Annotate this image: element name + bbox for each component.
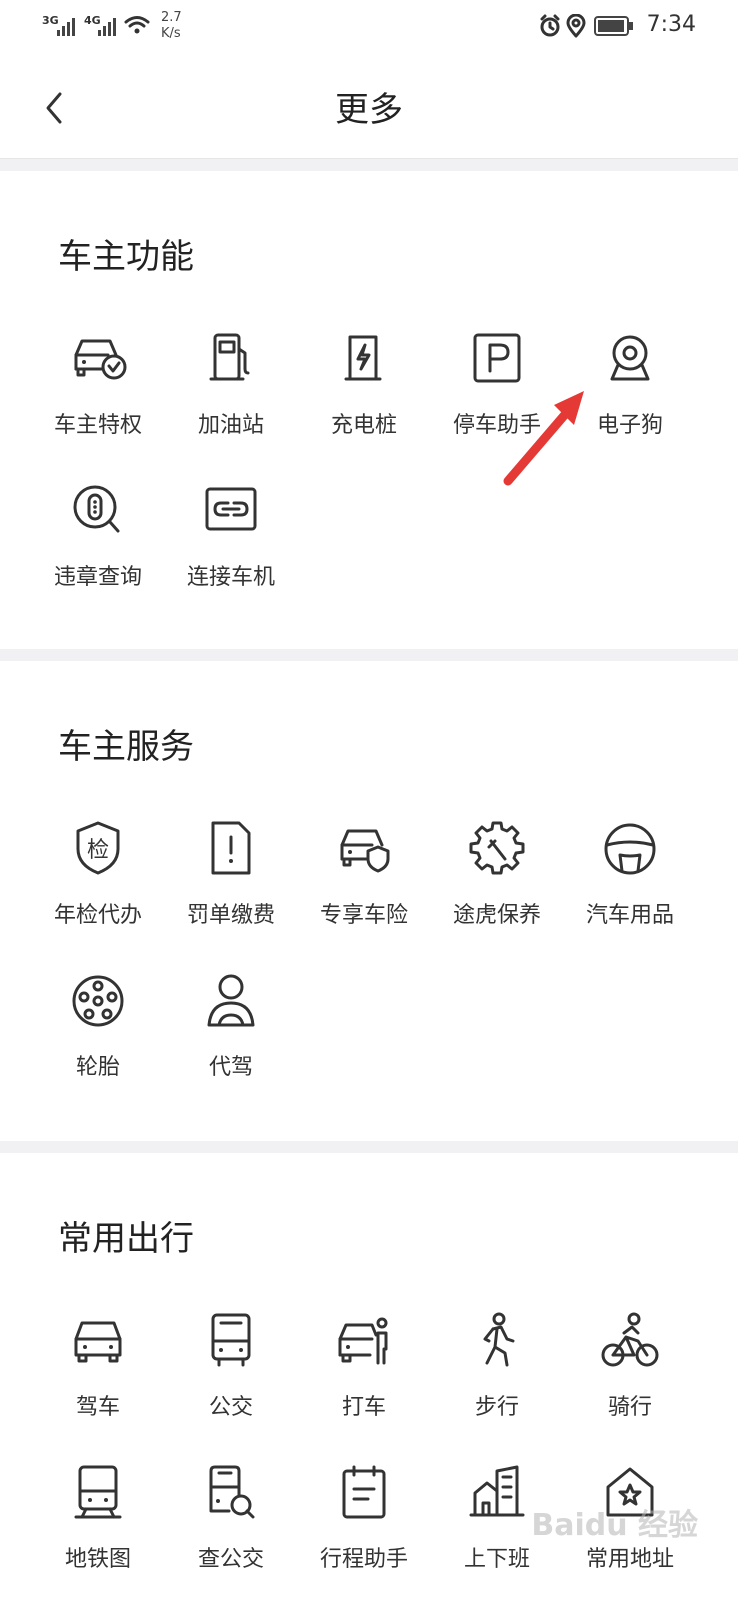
- item-bus[interactable]: 公交: [163, 1311, 299, 1421]
- item-subway-map[interactable]: 地铁图: [30, 1463, 166, 1573]
- signal-bars-2-icon: [98, 14, 116, 36]
- bus-icon: [211, 1313, 251, 1367]
- item-drive[interactable]: 驾车: [30, 1311, 166, 1421]
- status-bar: 3G 4G 2.7 K/s 7:34: [0, 0, 738, 58]
- item-designated-driver[interactable]: 代驾: [163, 971, 299, 1081]
- clock: 7:34: [646, 12, 696, 37]
- item-gas-station[interactable]: 加油站: [163, 329, 299, 439]
- wifi-icon: [124, 16, 150, 34]
- inspection-shield-icon: 检: [76, 821, 120, 875]
- divider: [0, 159, 738, 171]
- network-speed: 2.7 K/s: [161, 10, 182, 41]
- parking-icon: [473, 333, 521, 383]
- steering-wheel-icon: [604, 823, 656, 875]
- camera-icon: [610, 335, 650, 381]
- item-connect-car[interactable]: 连接车机: [163, 481, 299, 591]
- item-annual-inspection[interactable]: 检 年检代办: [30, 819, 166, 929]
- item-cycling[interactable]: 骑行: [562, 1311, 698, 1421]
- item-ticket-payment[interactable]: 罚单缴费: [163, 819, 299, 929]
- calendar-icon: [342, 1465, 386, 1519]
- violation-search-icon: [73, 485, 120, 533]
- item-charging-pile[interactable]: 充电桩: [296, 329, 432, 439]
- walk-icon: [483, 1312, 515, 1367]
- bus-search-icon: [209, 1465, 255, 1519]
- annotation-arrow-icon: [503, 391, 584, 486]
- section-owner-features: 车主功能 车主特权 加油站 充电桩 停车助手 电子狗 违章查询 连接车机: [0, 171, 738, 649]
- bike-icon: [601, 1312, 659, 1367]
- divider: [0, 649, 738, 661]
- item-car-insurance[interactable]: 专享车险: [296, 819, 432, 929]
- car-check-icon: [74, 339, 127, 380]
- signal-bars-1-icon: [57, 14, 75, 36]
- car-shield-icon: [340, 829, 390, 873]
- taxi-icon: [338, 1317, 388, 1365]
- battery-icon: [594, 16, 633, 36]
- divider: [0, 1141, 738, 1153]
- ticket-doc-icon: [211, 821, 251, 875]
- section-title: 常用出行: [58, 1219, 194, 1259]
- item-car-supplies[interactable]: 汽车用品: [562, 819, 698, 929]
- item-walk[interactable]: 步行: [429, 1311, 565, 1421]
- svg-text:检: 检: [87, 838, 109, 863]
- commute-buildings-icon: [469, 1465, 525, 1517]
- section-owner-services: 车主服务 检 年检代办 罚单缴费 专享车险 途虎保养 汽车用品 轮胎 代驾: [0, 661, 738, 1141]
- charging-pile-icon: [344, 335, 382, 381]
- section-title: 车主服务: [58, 727, 194, 767]
- fuel-pump-icon: [209, 333, 250, 381]
- gear-wrench-icon: [469, 821, 525, 875]
- location-icon: [566, 14, 586, 38]
- driver-icon: [207, 974, 255, 1027]
- car-icon: [74, 1321, 122, 1363]
- link-icon: [205, 487, 257, 531]
- watermark: Baidu 经验: [531, 1508, 698, 1543]
- item-maintenance[interactable]: 途虎保养: [429, 819, 565, 929]
- section-title: 车主功能: [58, 237, 194, 277]
- page-title: 更多: [335, 90, 403, 130]
- item-trip-assistant[interactable]: 行程助手: [296, 1463, 432, 1573]
- alarm-icon: [540, 14, 560, 37]
- top-bar: 更多: [0, 58, 738, 159]
- item-taxi[interactable]: 打车: [296, 1311, 432, 1421]
- tire-icon: [72, 975, 124, 1027]
- item-tire[interactable]: 轮胎: [30, 971, 166, 1081]
- subway-icon: [74, 1465, 122, 1519]
- item-owner-privilege[interactable]: 车主特权: [30, 329, 166, 439]
- item-bus-lookup[interactable]: 查公交: [163, 1463, 299, 1573]
- item-violation-query[interactable]: 违章查询: [30, 481, 166, 591]
